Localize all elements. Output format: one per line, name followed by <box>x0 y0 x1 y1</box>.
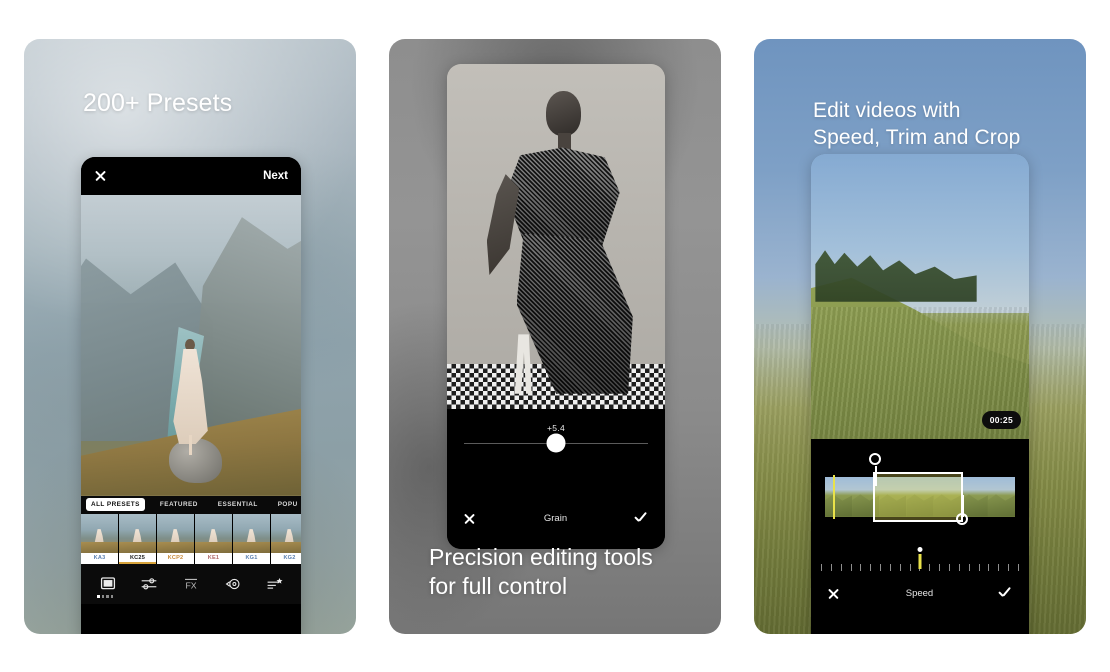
fx-icon[interactable]: FX <box>179 573 203 595</box>
grain-slider-knob[interactable] <box>546 433 566 453</box>
card-precision[interactable]: +5.4 Grain Precision editing tools for f… <box>389 38 721 634</box>
card-video[interactable]: Edit videos with Speed, Trim and Crop 00… <box>754 38 1086 634</box>
caption-line-1: Precision editing tools <box>429 543 653 570</box>
video-preview[interactable]: 00:25 <box>811 153 1029 439</box>
editor-bottom-toolbar[interactable]: FX <box>81 563 301 604</box>
preset-thumb[interactable]: KCP2 <box>157 513 195 564</box>
playhead-icon[interactable] <box>833 474 835 519</box>
editor-photo-preview[interactable] <box>81 194 301 496</box>
filmstrip-frame <box>987 476 1015 517</box>
phone-mockup-presets: Next ALL PRESETS FEATURED ESSENTIAL POPU… <box>81 156 301 634</box>
preset-thumb[interactable]: KG2 <box>271 513 301 564</box>
page-indicator-dots <box>97 595 113 598</box>
preset-label: KG1 <box>233 552 270 564</box>
preset-thumb-selected[interactable]: KC25 <box>119 513 157 564</box>
editor-photo-preview-bw[interactable] <box>447 63 665 409</box>
card-presets[interactable]: 200+ Presets Next ALL PRESETS FEATURED E… <box>24 38 356 634</box>
trim-handle-end-icon[interactable] <box>956 494 968 525</box>
preset-thumb[interactable]: KA3 <box>81 513 119 564</box>
preset-thumb[interactable]: KE1 <box>195 513 233 564</box>
preset-label: KCP2 <box>157 552 194 564</box>
tab-featured[interactable]: FEATURED <box>155 498 203 511</box>
preset-preview-image <box>271 513 301 553</box>
slider-action-row: Grain <box>447 512 665 525</box>
editor-topbar: Next <box>81 156 301 195</box>
page-title-presets: 200+ Presets <box>83 88 233 117</box>
history-undo-icon[interactable] <box>221 573 245 595</box>
speed-indicator-bar <box>918 553 922 569</box>
speed-indicator[interactable] <box>917 546 923 569</box>
preset-label: KC25 <box>119 552 156 564</box>
filmstrip-frame <box>825 476 853 517</box>
tool-label: Speed <box>905 587 934 599</box>
speed-action-row: Speed <box>811 587 1029 600</box>
preset-label: KG2 <box>271 552 301 564</box>
tab-all-presets[interactable]: ALL PRESETS <box>86 498 145 511</box>
headline-line-2: Speed, Trim and Crop <box>813 126 1021 150</box>
caption-line-2: for full control <box>429 573 568 600</box>
preset-preview-image <box>233 513 270 553</box>
preset-preview-image <box>81 513 118 553</box>
preset-preview-image <box>119 513 156 553</box>
video-timeline-panel: Speed <box>811 438 1029 634</box>
preset-preview-image <box>157 513 194 553</box>
photo-model <box>486 91 633 394</box>
preset-label: KA3 <box>81 552 118 564</box>
photo-model-skirt <box>516 233 633 394</box>
photo-person-leg <box>188 435 192 455</box>
phone-mockup-video: 00:25 Speed <box>811 153 1029 634</box>
grain-slider-track[interactable] <box>464 433 648 453</box>
trim-selection-region[interactable] <box>873 471 963 522</box>
photo-person <box>171 338 208 455</box>
filmstrip-frame <box>960 476 988 517</box>
check-icon[interactable] <box>635 514 649 523</box>
preset-preview-image <box>195 513 232 553</box>
check-icon[interactable] <box>999 589 1013 598</box>
screenshot-gallery: 200+ Presets Next ALL PRESETS FEATURED E… <box>0 0 1110 672</box>
adjust-slider-panel: +5.4 Grain <box>447 408 665 549</box>
close-icon[interactable] <box>827 587 840 600</box>
photo-model-head <box>546 91 582 136</box>
tab-popular[interactable]: POPU <box>273 498 301 511</box>
next-button[interactable]: Next <box>263 170 288 182</box>
close-icon[interactable] <box>463 512 476 525</box>
tool-label: Grain <box>543 512 568 524</box>
card-caption-precision: Precision editing tools for full control <box>429 543 653 602</box>
page-title-video: Edit videos with Speed, Trim and Crop <box>813 97 1020 152</box>
adjust-sliders-icon[interactable] <box>137 573 161 595</box>
photo-model-top <box>505 147 620 246</box>
preset-label: KE1 <box>195 552 232 564</box>
tab-essential[interactable]: ESSENTIAL <box>213 498 263 511</box>
preset-thumbnail-list[interactable]: KA3 KC25 KCP2 KE1 KG1 KG2 <box>81 513 301 564</box>
close-icon[interactable] <box>94 169 107 182</box>
svg-text:FX: FX <box>185 580 196 590</box>
preset-thumb[interactable]: KG1 <box>233 513 271 564</box>
headline-line-1: Edit videos with <box>813 98 961 122</box>
photo-person-dress <box>173 348 208 445</box>
preset-category-tabs[interactable]: ALL PRESETS FEATURED ESSENTIAL POPU <box>81 495 301 514</box>
duration-badge: 00:25 <box>981 410 1021 429</box>
speed-indicator-dot <box>917 546 923 552</box>
slider-value-readout: +5.4 <box>547 422 565 433</box>
trim-handle-start-icon[interactable] <box>869 452 881 486</box>
phone-mockup-precision: +5.4 Grain <box>447 63 665 549</box>
favorites-list-icon[interactable] <box>262 573 286 595</box>
presets-icon[interactable] <box>96 573 120 595</box>
